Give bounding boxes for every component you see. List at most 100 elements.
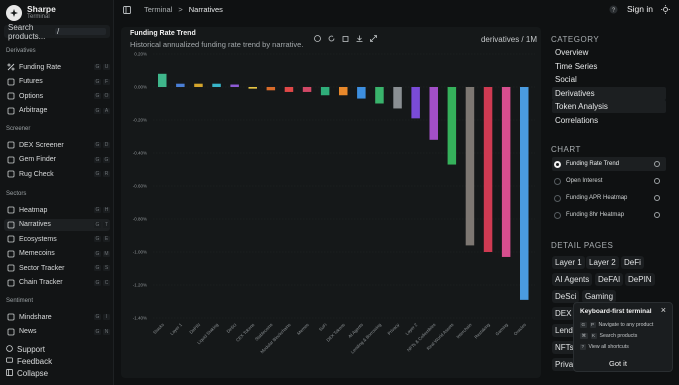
detail-tag-desci[interactable]: DeSci [552, 290, 580, 303]
category-overview[interactable]: Overview [552, 46, 666, 59]
bar-dex-tokens[interactable] [339, 87, 348, 96]
got-it-button[interactable]: Got it [609, 359, 627, 368]
search-shortcut: / [55, 28, 106, 36]
feedback-link[interactable]: Feedback [6, 357, 52, 366]
bar-nfts-collectibles[interactable] [429, 87, 439, 140]
sidebar-item-arbitrage[interactable]: Arbitrage G A [4, 105, 110, 117]
bar-desci[interactable] [230, 84, 239, 87]
y-tick-label: 0.20% [134, 52, 147, 57]
info-icon[interactable] [654, 161, 660, 167]
bar-memes[interactable] [302, 87, 312, 92]
sidebar-item-options[interactable]: Options G O [4, 90, 110, 102]
info-icon[interactable] [654, 178, 660, 184]
key-badge: G [580, 322, 587, 328]
sidebar-item-dex-screener[interactable]: DEX Screener G D [4, 139, 110, 151]
shortcut-key: I [103, 314, 110, 320]
category-time-series[interactable]: Time Series [552, 60, 666, 73]
detail-tag-defi[interactable]: DeFi [621, 256, 644, 269]
sidebar-item-sector-tracker[interactable]: Sector Tracker G S [4, 262, 110, 274]
shortcut-key: S [103, 265, 110, 271]
bar-lending-borrowing[interactable] [375, 87, 384, 104]
bar-gaming[interactable] [501, 87, 511, 257]
chart-option-funding-apr-heatmap[interactable]: Funding APR Heatmap [552, 191, 666, 205]
futures-icon [7, 78, 15, 86]
signin-button[interactable]: Sign in [627, 4, 653, 14]
bar-layer-2[interactable] [411, 87, 420, 119]
gem-icon [7, 156, 15, 164]
close-icon[interactable]: × [661, 305, 666, 315]
shortcut-key: G [103, 156, 110, 163]
breadcrumb: Terminal > Narratives [144, 5, 223, 14]
bar-privacy[interactable] [393, 87, 402, 109]
x-tick-label: Oracles [513, 322, 528, 337]
info-icon[interactable] [654, 212, 660, 218]
sidebar-item-news[interactable]: News G N [4, 326, 110, 338]
bar-stacks[interactable] [158, 73, 167, 87]
bar-liquid-staking[interactable] [212, 83, 221, 87]
bar-cex-tokens[interactable] [248, 87, 258, 89]
shortcut-key: D [103, 142, 110, 148]
sidebar-item-rug-check[interactable]: Rug Check G R [4, 168, 110, 180]
breadcrumb-root[interactable]: Terminal [144, 5, 172, 14]
x-tick-label: AI Agents [347, 322, 364, 339]
category-token-analysis[interactable]: Token Analysis [552, 100, 666, 113]
sidebar-item-memecoins[interactable]: Memecoins G M [4, 248, 110, 260]
bar-interchain[interactable] [465, 87, 475, 246]
detail-tag-dex[interactable]: DEX [552, 307, 575, 320]
y-tick-label: -0.60% [133, 184, 147, 189]
bar-oracles[interactable] [520, 87, 529, 300]
chart-option-funding-rate-trend[interactable]: Funding Rate Trend [552, 157, 666, 171]
bar-stablecoins[interactable] [266, 87, 276, 91]
bar-sofi[interactable] [320, 87, 330, 96]
sidebar-item-gem-finder[interactable]: Gem Finder G G [4, 154, 110, 166]
sidebar-item-label: News [19, 328, 37, 335]
sidebar-toggle-icon[interactable] [123, 6, 131, 16]
support-link[interactable]: Support [6, 345, 45, 354]
support-label: Support [17, 345, 46, 354]
detail-tag-ai-agents[interactable]: AI Agents [552, 273, 593, 286]
bar-restaking[interactable] [483, 87, 493, 252]
radio-icon [554, 160, 561, 168]
chain-icon [7, 279, 15, 287]
help-circle-icon[interactable]: ? [609, 5, 618, 16]
search-input[interactable]: Search products... / [4, 23, 110, 41]
shortcut-key: G [94, 279, 101, 286]
detail-tag-layer-2[interactable]: Layer 2 [586, 256, 619, 269]
category-derivatives[interactable]: Derivatives [552, 86, 666, 100]
radio-icon [554, 194, 561, 202]
popup-row-text: Search products [599, 333, 638, 339]
chart-option-open-interest[interactable]: Open Interest [552, 174, 666, 188]
bar-modular-blockchains[interactable] [284, 87, 294, 92]
collapse-button[interactable]: Collapse [6, 369, 48, 378]
bar-ai-agents[interactable] [357, 87, 366, 99]
sidebar-item-funding-rate[interactable]: Funding Rate G U [4, 61, 110, 73]
sidebar-item-chain-tracker[interactable]: Chain Tracker G C [4, 277, 110, 289]
sidebar-item-heatmap[interactable]: Heatmap G H [4, 204, 110, 216]
x-tick-label: Gaming [494, 322, 509, 337]
bar-layer-1[interactable] [176, 83, 185, 87]
sidebar-item-narratives[interactable]: Narratives G T [4, 218, 110, 231]
sidebar-item-label: Futures [19, 78, 43, 85]
feedback-label: Feedback [17, 357, 53, 366]
chart-option-funding-8hr-heatmap[interactable]: Funding 8hr Heatmap [552, 208, 666, 222]
x-tick-label: DePIN [188, 322, 201, 335]
sidebar-item-ecosystems[interactable]: Ecosystems G E [4, 233, 110, 245]
x-tick-label: Memes [296, 322, 310, 336]
brand[interactable]: Sharpe Terminal [6, 5, 56, 21]
shortcut-key: G [94, 250, 101, 257]
sidebar-item-futures[interactable]: Futures G F [4, 76, 110, 88]
category-correlations[interactable]: Correlations [552, 114, 666, 127]
detail-tag-defai[interactable]: DeFAI [595, 273, 624, 286]
detail-tag-layer-1[interactable]: Layer 1 [552, 256, 585, 269]
bar-depin[interactable] [194, 83, 203, 87]
theme-toggle-icon[interactable] [661, 5, 670, 16]
shortcut-key: G [94, 78, 101, 85]
y-tick-label: -0.80% [133, 217, 147, 222]
detail-tag-depin[interactable]: DePIN [625, 273, 655, 286]
sidebar-section-heading: Sectors [6, 191, 27, 197]
sidebar-section-heading: Derivatives [6, 48, 36, 54]
category-social[interactable]: Social [552, 73, 666, 86]
sidebar-item-mindshare[interactable]: Mindshare G I [4, 311, 110, 323]
info-icon[interactable] [654, 195, 660, 201]
bar-real-world-assets[interactable] [447, 87, 457, 165]
